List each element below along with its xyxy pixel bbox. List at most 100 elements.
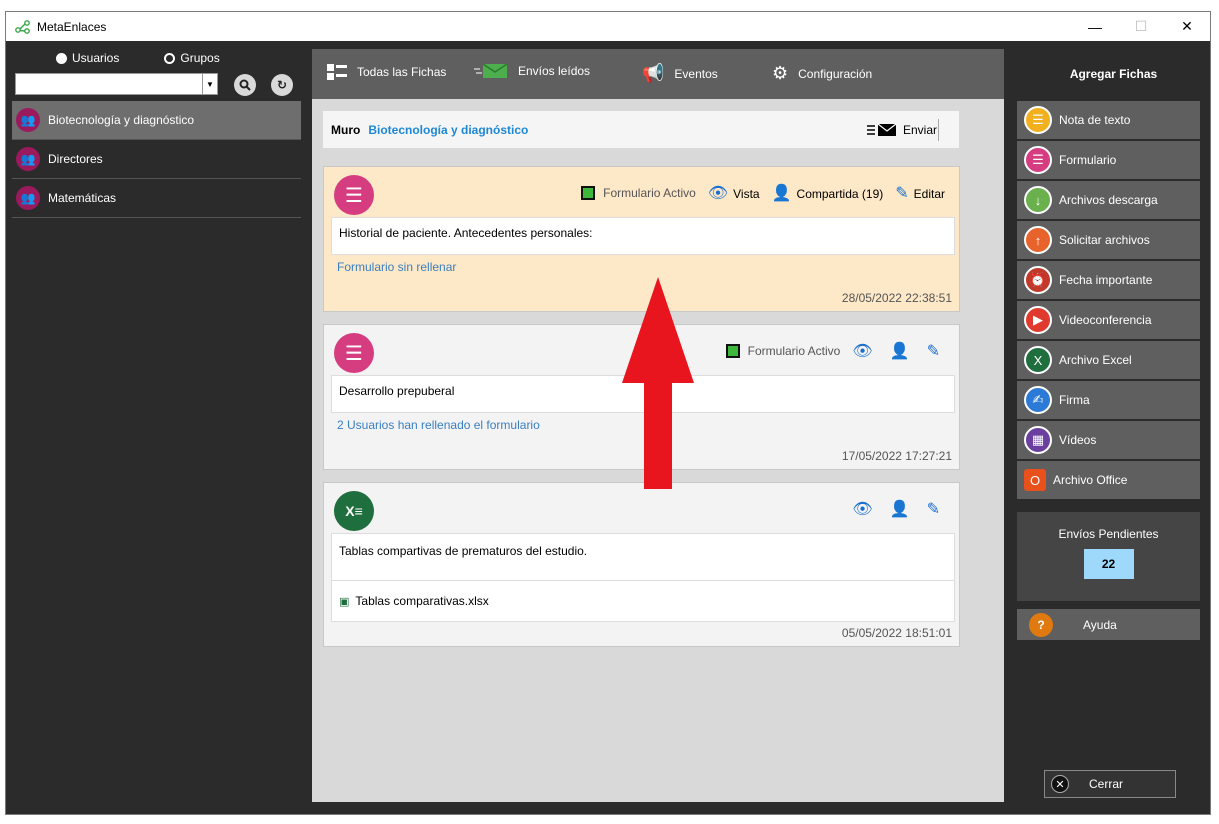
- card-text: Historial de paciente. Antecedentes pers…: [331, 217, 955, 255]
- filter-combobox[interactable]: ▼: [15, 73, 218, 95]
- radio-unselected-icon: [164, 52, 176, 64]
- title-bar: MetaEnlaces — ☐ ✕: [6, 12, 1210, 41]
- office-file-button[interactable]: O Archivo Office: [1017, 461, 1200, 499]
- edit-icon: ✎: [895, 185, 909, 202]
- add-form-button[interactable]: ☰ Formulario: [1017, 141, 1200, 179]
- card-text: Tablas compartivas de prematuros del est…: [331, 533, 955, 581]
- app-logo-icon: [15, 19, 30, 34]
- nav-events-label: Eventos: [674, 66, 718, 81]
- left-panel: Usuarios Grupos ▼ ↻ 👥 Biotecnología y dia…: [6, 41, 301, 805]
- group-label: Directores: [48, 152, 103, 166]
- button-label: Fecha importante: [1059, 273, 1153, 287]
- refresh-button[interactable]: ↻: [271, 74, 293, 96]
- nav-all-label: Todas las Fichas: [357, 65, 447, 79]
- send-mail-icon: [866, 123, 897, 136]
- form-icon: ☰: [1024, 146, 1052, 174]
- video-camera-icon: ▶: [1024, 306, 1052, 334]
- button-label: Archivos descarga: [1059, 193, 1158, 207]
- group-icon: 👥: [16, 147, 40, 171]
- nav-config-label: Configuración: [798, 66, 873, 81]
- group-label: Matemáticas: [48, 191, 117, 205]
- search-button[interactable]: [234, 74, 256, 96]
- group-item-directores[interactable]: 👥 Directores: [12, 140, 301, 179]
- add-download-files-button[interactable]: ↓ Archivos descarga: [1017, 181, 1200, 219]
- user-icon[interactable]: 👤: [890, 499, 910, 519]
- upload-icon: ↑: [1024, 226, 1052, 254]
- active-status-icon: [581, 186, 596, 201]
- nav-bar: Todas las Fichas Envíos leídos 📢 Eventos…: [312, 49, 1004, 99]
- main-content: Todas las Fichas Envíos leídos 📢 Eventos…: [312, 49, 1004, 802]
- nav-read[interactable]: Envíos leídos: [474, 63, 590, 79]
- pending-count-badge[interactable]: 22: [1083, 549, 1134, 579]
- chevron-down-icon[interactable]: ▼: [202, 74, 217, 94]
- excel-file-button[interactable]: X Archivo Excel: [1017, 341, 1200, 379]
- user-icon[interactable]: 👤: [890, 341, 910, 361]
- alarm-clock-icon: ⏰: [1024, 266, 1052, 294]
- eye-icon: 👁: [707, 185, 729, 202]
- add-text-note-button[interactable]: ☰ Nota de texto: [1017, 101, 1200, 139]
- button-label: Archivo Excel: [1059, 353, 1132, 367]
- group-item-biotecnologia[interactable]: 👥 Biotecnología y diagnóstico: [12, 101, 301, 140]
- file-name: Tablas comparativas.xlsx: [355, 594, 489, 608]
- shared-button[interactable]: 👤 Compartida (19): [772, 183, 884, 203]
- edit-icon[interactable]: ✎: [927, 341, 940, 361]
- form-status[interactable]: Formulario Activo: [725, 344, 840, 359]
- edit-icon[interactable]: ✎: [927, 499, 940, 519]
- attached-file[interactable]: ▣ Tablas comparativas.xlsx: [331, 580, 955, 622]
- group-item-matematicas[interactable]: 👥 Matemáticas: [12, 179, 301, 218]
- important-date-button[interactable]: ⏰ Fecha importante: [1017, 261, 1200, 299]
- eye-icon[interactable]: 👁: [852, 341, 872, 361]
- radio-users[interactable]: Usuarios: [56, 51, 119, 65]
- request-files-button[interactable]: ↑ Solicitar archivos: [1017, 221, 1200, 259]
- app-window: MetaEnlaces — ☐ ✕ Usuarios Grupos ▼ ↻ 👥 B…: [5, 11, 1211, 815]
- view-button[interactable]: 👁 Vista: [708, 183, 760, 203]
- button-label: Solicitar archivos: [1059, 233, 1150, 247]
- signature-button[interactable]: ✍ Firma: [1017, 381, 1200, 419]
- wall-header: Muro Biotecnología y diagnóstico Enviar: [323, 111, 959, 148]
- help-button[interactable]: ? Ayuda: [1017, 609, 1200, 640]
- edit-button[interactable]: ✎ Editar: [895, 183, 945, 203]
- search-icon: [239, 79, 251, 91]
- excel-file-icon: ▣: [339, 595, 350, 608]
- excel-icon: X: [1024, 346, 1052, 374]
- radio-groups[interactable]: Grupos: [164, 51, 220, 65]
- close-button[interactable]: ✕ Cerrar: [1044, 770, 1176, 798]
- nav-events[interactable]: 📢 Eventos: [642, 63, 718, 84]
- form-link[interactable]: 2 Usuarios han rellenado el formulario: [337, 418, 540, 432]
- gear-icon: ⚙: [772, 63, 789, 83]
- shared-label: Compartida (19): [796, 187, 884, 201]
- view-label: Vista: [733, 187, 760, 201]
- eye-icon[interactable]: 👁: [852, 499, 872, 519]
- videos-button[interactable]: ▦ Vídeos: [1017, 421, 1200, 459]
- button-label: Vídeos: [1059, 433, 1097, 447]
- megaphone-icon: 📢: [642, 63, 665, 83]
- note-icon: ☰: [1024, 106, 1052, 134]
- office-icon: O: [1024, 469, 1046, 491]
- active-status-icon: [725, 344, 740, 359]
- maximize-button[interactable]: ☐: [1118, 12, 1164, 41]
- videoconference-button[interactable]: ▶ Videoconferencia: [1017, 301, 1200, 339]
- nav-config[interactable]: ⚙ Configuración: [772, 63, 872, 84]
- nav-all-cards[interactable]: Todas las Fichas: [327, 63, 446, 81]
- radio-groups-label: Grupos: [180, 51, 220, 65]
- list-icon: [327, 64, 347, 80]
- button-label: Videoconferencia: [1059, 313, 1152, 327]
- form-link[interactable]: Formulario sin rellenar: [337, 260, 456, 274]
- close-label: Cerrar: [1089, 777, 1124, 791]
- group-label: Biotecnología y diagnóstico: [48, 113, 195, 127]
- minimize-button[interactable]: —: [1072, 12, 1118, 41]
- form-icon: ☰: [334, 333, 374, 373]
- button-label: Firma: [1059, 393, 1090, 407]
- status-label: Formulario Activo: [603, 185, 696, 200]
- film-icon: ▦: [1024, 426, 1052, 454]
- form-status[interactable]: Formulario Activo: [581, 186, 696, 201]
- send-button[interactable]: Enviar: [866, 123, 937, 137]
- form-icon: ☰: [334, 175, 374, 215]
- excel-icon: X≡: [334, 491, 374, 531]
- edit-label: Editar: [913, 187, 945, 201]
- radio-selected-icon: [56, 52, 67, 64]
- card-date: 28/05/2022 22:38:51: [841, 291, 952, 305]
- user-icon: 👤: [771, 185, 792, 202]
- group-icon: 👥: [16, 186, 40, 210]
- close-window-button[interactable]: ✕: [1164, 12, 1210, 41]
